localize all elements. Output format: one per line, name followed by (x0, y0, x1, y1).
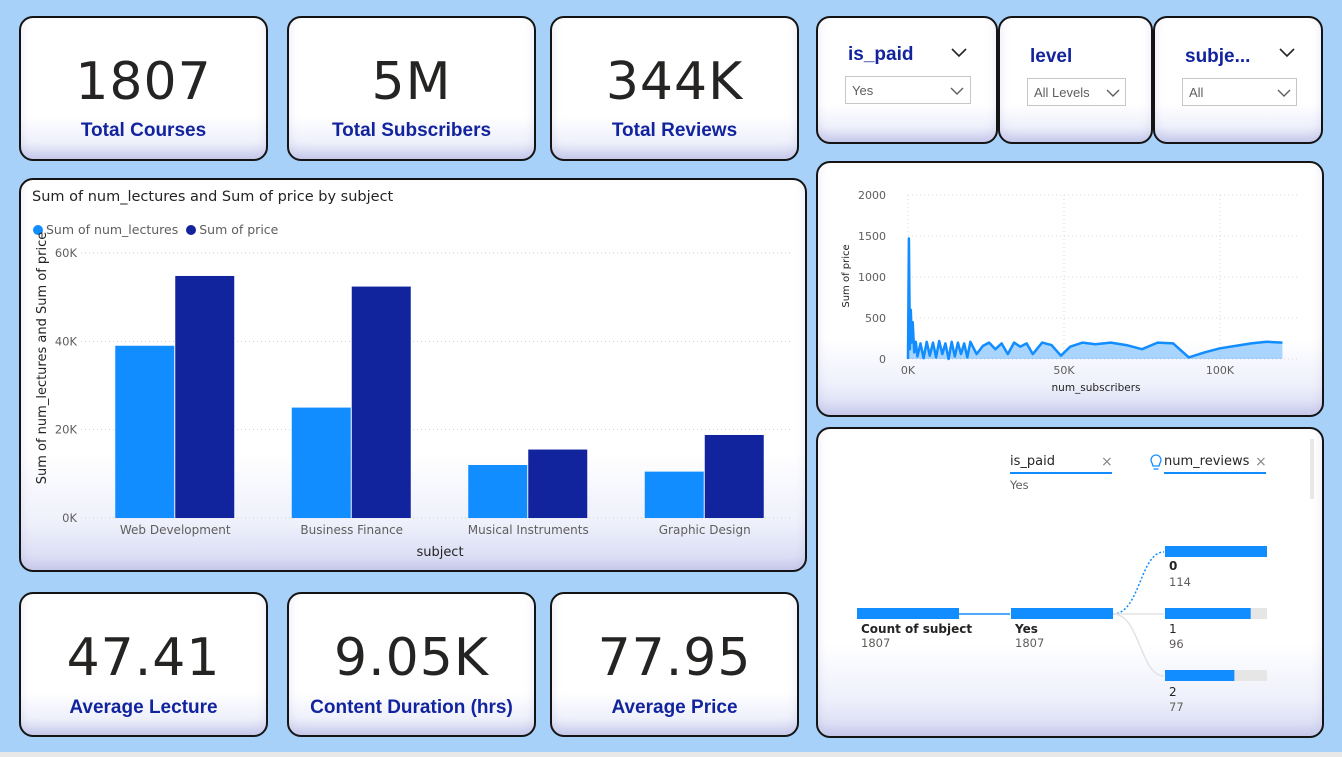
x-tick-label: 100K (1206, 364, 1235, 377)
bar[interactable] (468, 465, 528, 518)
kpi-value: 9.05K (334, 628, 489, 688)
x-axis-title: num_subscribers (1052, 382, 1141, 394)
root-bar[interactable] (857, 608, 959, 619)
kpi-value: 47.41 (66, 628, 221, 688)
decomposition-tree-card: is_paid × Yes num_reviews × Count of sub… (816, 427, 1324, 738)
x-tick-label: Web Development (120, 523, 231, 537)
slicer-dropdown[interactable]: Yes (845, 76, 971, 104)
bar[interactable] (115, 345, 175, 518)
bar[interactable] (704, 434, 764, 518)
bar[interactable] (528, 449, 588, 518)
kpi-card-average-price: 77.95 Average Price (550, 592, 799, 737)
area-fill (908, 238, 1283, 359)
kpi-label: Content Duration (hrs) (310, 697, 513, 718)
y-tick-label: 2000 (858, 189, 886, 202)
level2-node-label: 0 (1169, 559, 1177, 573)
level2-node-label: 1 (1169, 622, 1177, 636)
slicer-title: is_paid (848, 44, 914, 65)
chevron-down-icon (1277, 89, 1291, 97)
line-chart-card: Sum of price num_subscribers 0 500 1000 150… (816, 161, 1324, 417)
bar[interactable] (291, 407, 351, 518)
kpi-label: Average Price (611, 697, 738, 718)
slicer-subject[interactable]: subje... All (1153, 16, 1323, 144)
slicer-value: All Levels (1034, 85, 1090, 100)
level2-bar[interactable] (1165, 670, 1235, 681)
series-line[interactable] (906, 237, 1283, 361)
kpi-card-total-reviews: 344K Total Reviews (550, 16, 799, 161)
y-axis-title: Sum of price (841, 244, 852, 307)
y-tick-label: 0K (62, 511, 77, 525)
line-chart[interactable]: Sum of price num_subscribers 0 500 1000 150… (818, 163, 1322, 415)
kpi-label: Average Lecture (69, 697, 218, 718)
kpi-label: Total Courses (80, 120, 207, 141)
x-tick-label: 50K (1053, 364, 1075, 377)
kpi-card-total-courses: 1807 Total Courses (19, 16, 268, 161)
kpi-value: 344K (605, 52, 744, 112)
chevron-down-icon[interactable] (1279, 48, 1295, 58)
bottom-strip (0, 752, 1342, 757)
decomposition-tree[interactable]: is_paid × Yes num_reviews × Count of sub… (818, 429, 1322, 736)
kpi-label: Total Subscribers (331, 120, 492, 141)
y-tick-label: 500 (865, 312, 886, 325)
level2-node-label: 2 (1169, 685, 1177, 699)
root-node-label: Count of subject (861, 622, 972, 636)
chevron-down-icon (1106, 89, 1120, 97)
x-tick-label: 0K (901, 364, 916, 377)
y-tick-label: 0 (879, 353, 886, 366)
bar[interactable] (351, 286, 411, 518)
slicer-value: All (1189, 85, 1204, 100)
root-node-value: 1807 (861, 636, 890, 650)
kpi-card-content-duration: 9.05K Content Duration (hrs) (287, 592, 536, 737)
chevron-down-icon (950, 87, 964, 95)
slicer-dropdown[interactable]: All Levels (1027, 78, 1126, 106)
kpi-card-total-subscribers: 5M Total Subscribers (287, 16, 536, 161)
y-tick-label: 1000 (858, 271, 886, 284)
chevron-down-icon[interactable] (951, 48, 967, 58)
kpi-card-average-lecture: 47.41 Average Lecture (19, 592, 268, 737)
level-header-is-paid[interactable]: is_paid (1010, 454, 1055, 469)
bar-chart[interactable]: Sum of num_lectures and Sum of price sub… (21, 180, 805, 570)
level2-node-value: 114 (1169, 575, 1191, 589)
slicer-title: level (1030, 46, 1073, 67)
level2-node-value: 77 (1169, 700, 1184, 714)
y-tick-label: 1500 (858, 230, 886, 243)
connector (1112, 613, 1165, 677)
slicer-value: Yes (852, 83, 874, 98)
bar[interactable] (175, 275, 235, 518)
bar[interactable] (644, 471, 704, 518)
scrollbar[interactable] (1310, 439, 1314, 499)
level-selected-value: Yes (1009, 478, 1029, 492)
x-tick-label: Musical Instruments (468, 523, 589, 537)
bar-chart-card: Sum of num_lectures and Sum of price by … (19, 178, 807, 572)
lightbulb-icon (1150, 454, 1162, 470)
slicer-level[interactable]: level All Levels (998, 16, 1153, 144)
x-tick-label: Graphic Design (659, 523, 751, 537)
level1-bar[interactable] (1011, 608, 1113, 619)
level1-node-value: 1807 (1015, 636, 1044, 650)
y-tick-label: 40K (55, 334, 78, 348)
slicer-is-paid[interactable]: is_paid Yes (816, 16, 998, 144)
y-tick-label: 20K (55, 423, 78, 437)
kpi-value: 1807 (75, 52, 212, 112)
level-header-num-reviews[interactable]: num_reviews (1164, 454, 1250, 469)
level2-node-value: 96 (1169, 637, 1184, 651)
slicer-dropdown[interactable]: All (1182, 78, 1297, 106)
x-tick-label: Business Finance (300, 523, 403, 537)
level1-node-label: Yes (1014, 622, 1038, 636)
y-axis-title: Sum of num_lectures and Sum of price (35, 232, 50, 485)
y-tick-label: 60K (55, 246, 78, 260)
level2-bar[interactable] (1165, 608, 1251, 619)
kpi-value: 77.95 (597, 628, 752, 688)
kpi-value: 5M (371, 52, 452, 112)
x-axis-title: subject (416, 545, 463, 560)
close-icon[interactable]: × (1255, 454, 1267, 470)
level2-bar[interactable] (1165, 546, 1267, 557)
connector (1112, 551, 1165, 615)
kpi-label: Total Reviews (611, 120, 738, 141)
close-icon[interactable]: × (1101, 454, 1113, 470)
slicer-title: subje... (1185, 46, 1251, 67)
